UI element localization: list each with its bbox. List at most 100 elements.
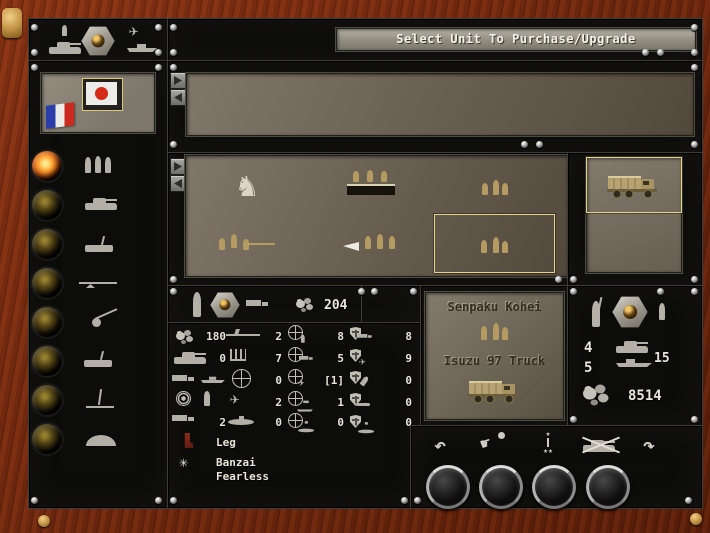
upgrade-button[interactable]	[532, 465, 576, 509]
attack-hard-icon	[288, 347, 316, 367]
unit-transport-toggle-button[interactable]	[210, 292, 240, 318]
class-button-anti-tank[interactable]	[32, 268, 62, 298]
unit-cell-senpaku-kohei-selected[interactable]	[434, 214, 555, 273]
slots-total-value: 5	[584, 361, 592, 375]
rivet	[570, 416, 577, 423]
page-title: Select Unit To Purchase/Upgrade	[337, 29, 695, 50]
unit-sprite	[426, 321, 563, 340]
grid-scroll-right-button[interactable]	[170, 158, 186, 175]
class-button-anti-air-vehicle[interactable]	[32, 346, 62, 376]
small-soldier-icon	[659, 303, 665, 320]
disband-button[interactable]	[586, 465, 630, 509]
unit-view-icon	[193, 292, 201, 317]
supply-truck-icon	[172, 415, 196, 424]
unit-cell-cavalry[interactable]	[185, 155, 309, 215]
machine-gun-icon	[226, 329, 260, 339]
anti-tank-class-icon	[79, 279, 117, 288]
stat-value: 2	[198, 417, 226, 428]
trait-star-icon	[179, 455, 188, 470]
rivet	[691, 288, 698, 295]
rivet	[371, 288, 378, 295]
unit-type-toggle-button[interactable]	[81, 26, 115, 56]
fort-class-icon	[86, 435, 116, 446]
strip-scroll-right-button[interactable]	[170, 72, 186, 89]
flame-squad-sprite	[343, 236, 399, 254]
anti-air-vehicle-class-icon	[84, 352, 114, 367]
class-button-artillery[interactable]	[32, 307, 62, 337]
class-button-recon[interactable]	[32, 229, 62, 259]
army-toggle-button[interactable]	[612, 296, 648, 328]
rivet	[170, 288, 177, 295]
mg-team-sprite	[217, 236, 277, 254]
transport-cell-empty[interactable]	[586, 211, 680, 271]
cavalry-sprite	[237, 169, 256, 201]
unit-info-panel: Senpaku Kohei Isuzu 97 Truck	[420, 285, 569, 427]
stats-header-panel: 204	[167, 285, 422, 324]
done-icon	[643, 435, 655, 455]
class-button-infantry[interactable]	[32, 151, 62, 181]
deployed-units-strip[interactable]	[186, 73, 694, 136]
unit-name: Senpaku Kohei	[426, 301, 563, 313]
attack-soft-icon	[288, 325, 316, 345]
attack-value: 0	[318, 417, 344, 428]
disband-icon	[581, 436, 621, 456]
unit-info-card: Senpaku Kohei Isuzu 97 Truck	[425, 292, 564, 420]
transport-cell-isuzu-97-truck-selected[interactable]	[586, 157, 682, 213]
unit-cell-engineer-landing-party[interactable]	[309, 155, 433, 215]
transport-view-icon	[246, 300, 270, 309]
stat-value: 2	[264, 397, 282, 408]
undo-button[interactable]	[426, 465, 470, 509]
rivet	[170, 49, 177, 56]
money-bag-icon	[174, 327, 196, 344]
rivet	[642, 49, 649, 56]
nation-panel	[41, 73, 155, 133]
flag-france[interactable]	[46, 102, 74, 128]
class-button-fort[interactable]	[32, 424, 62, 454]
defense-value: 0	[392, 397, 412, 408]
purchase-icon	[481, 432, 511, 456]
air-defense-class-icon	[86, 389, 114, 408]
artillery-class-icon	[81, 311, 117, 327]
rivet	[155, 49, 162, 56]
action-panel: ★ ★★	[410, 425, 703, 509]
grid-scroll-left-button[interactable]	[170, 175, 186, 192]
rivet	[414, 497, 421, 504]
rivet	[155, 64, 162, 71]
unit-grid-panel	[167, 152, 569, 287]
filter-toolbar	[28, 18, 169, 62]
defense-value: 8	[392, 331, 412, 342]
army-overview-panel: 4 5 15 8514	[567, 285, 703, 427]
submarine-stat-icon	[228, 419, 254, 425]
header-panel: Select Unit To Purchase/Upgrade	[167, 18, 703, 62]
attack-value: 8	[318, 331, 344, 342]
rivet	[31, 49, 38, 56]
stat-value: 0	[264, 375, 282, 386]
infantry-class-icon	[85, 154, 111, 173]
rivet	[657, 288, 664, 295]
land-units-icon[interactable]	[45, 23, 85, 55]
defense-close-icon	[350, 369, 384, 389]
class-sidebar	[28, 60, 169, 509]
flag-japan-selected[interactable]	[82, 78, 123, 111]
rivet	[31, 24, 38, 31]
title-bar: Select Unit To Purchase/Upgrade	[336, 28, 696, 51]
unit-cell-flamethrower-squad[interactable]	[309, 215, 433, 275]
rivet	[358, 288, 365, 295]
strip-scroll-left-button[interactable]	[170, 89, 186, 106]
rivet	[570, 276, 577, 283]
pontoon-bridge-icon	[230, 349, 246, 361]
infantry-squad-sprite	[482, 176, 508, 195]
unit-cell-infantry-squad[interactable]	[433, 155, 557, 215]
class-button-tank[interactable]	[32, 190, 62, 220]
rivet	[657, 49, 664, 56]
rivet	[691, 64, 698, 71]
purchase-button[interactable]	[479, 465, 523, 509]
class-button-air-defense[interactable]	[32, 385, 62, 415]
rivet	[170, 24, 177, 31]
rivet	[570, 288, 577, 295]
rivet	[170, 276, 177, 283]
upgrade-icon: ★ ★★	[537, 430, 559, 460]
prestige-icon	[580, 380, 613, 406]
rivet	[691, 276, 698, 283]
unit-cell-machinegun-team[interactable]	[185, 215, 309, 275]
